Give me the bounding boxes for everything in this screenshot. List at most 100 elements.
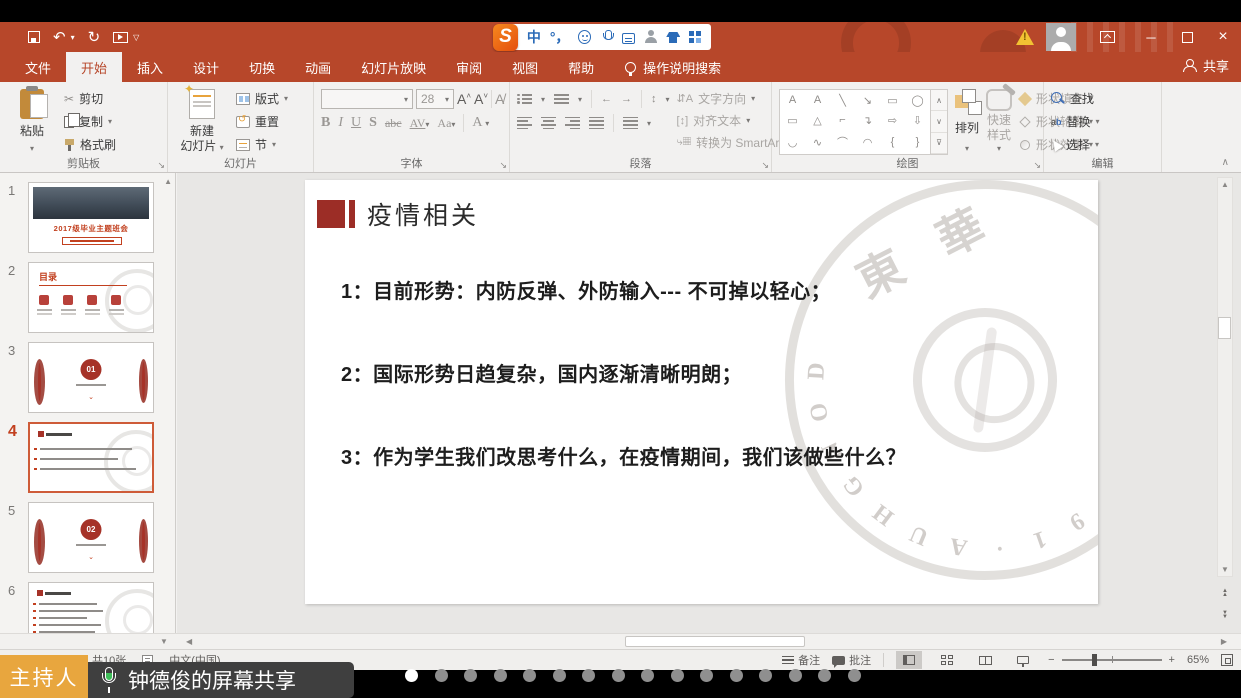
find-button[interactable]: 查找 [1051, 89, 1100, 108]
participant-dot[interactable] [553, 669, 566, 682]
cut-button[interactable]: ✂ 剪切 [64, 89, 116, 108]
align-left-button[interactable] [517, 117, 532, 130]
zoom-slider[interactable] [1062, 659, 1162, 661]
slide-thumbnail-2[interactable]: 目录 [28, 262, 154, 333]
shape-cell[interactable]: A [814, 94, 821, 106]
shape-cell[interactable]: ∿ [813, 136, 822, 149]
ime-language-mode[interactable]: 中 [527, 27, 541, 47]
undo-icon[interactable]: ↶ [53, 30, 66, 45]
increase-indent-icon[interactable]: → [621, 93, 632, 105]
paste-button[interactable]: 粘贴 ▾ [7, 87, 57, 156]
close-button[interactable]: × [1205, 22, 1241, 52]
slide-thumbnail-6[interactable] [28, 582, 154, 633]
select-button[interactable]: 选择 ▾ [1051, 135, 1100, 154]
previous-slide-button[interactable]: ▲ ▲ [1217, 589, 1233, 597]
shape-cell[interactable]: ◯ [911, 94, 923, 107]
participant-dot[interactable] [494, 669, 507, 682]
ime-account-icon[interactable] [644, 30, 657, 44]
font-name-combobox[interactable]: ▾ [321, 89, 413, 109]
participant-dot[interactable] [671, 669, 684, 682]
ribbon-tab[interactable]: 审阅 [441, 52, 497, 82]
arrange-button[interactable]: 排列 ▾ [955, 87, 979, 156]
layout-button[interactable]: 版式 ▾ [236, 89, 288, 108]
normal-view-button[interactable] [896, 651, 922, 669]
shape-cell[interactable]: ⇨ [888, 114, 897, 127]
shape-cell[interactable]: ◠ [863, 136, 873, 149]
gallery-down-icon[interactable]: ∨ [931, 111, 947, 132]
comments-button[interactable]: 批注 [832, 652, 871, 668]
participant-dot[interactable] [405, 669, 418, 682]
customize-qat-icon[interactable]: ▽ [133, 33, 139, 42]
participant-dot[interactable] [641, 669, 654, 682]
ribbon-tab[interactable]: 设计 [178, 52, 234, 82]
underline-button[interactable]: U [351, 115, 361, 131]
participant-dot[interactable] [435, 669, 448, 682]
ime-keyboard-icon[interactable] [622, 33, 635, 44]
align-center-button[interactable] [541, 117, 556, 130]
panel-scroll-up-icon[interactable]: ▲ [164, 177, 172, 186]
copy-button[interactable]: 复制 ▾ [64, 112, 116, 131]
slide-sorter-view-button[interactable] [934, 651, 960, 669]
undo-dropdown-icon[interactable]: ▾ [71, 33, 75, 42]
ribbon-tab[interactable]: 动画 [290, 52, 346, 82]
slide-title-block[interactable]: 疫情相关 [317, 196, 479, 232]
clipboard-dialog-launcher[interactable]: ↘ [157, 161, 165, 170]
scroll-left-icon[interactable]: ◀ [186, 637, 192, 646]
ribbon-tab[interactable]: 插入 [122, 52, 178, 82]
shape-cell[interactable]: ⌐ [839, 114, 845, 126]
quick-styles-button[interactable]: 快速样式 ▾ [986, 87, 1012, 156]
participant-dot[interactable] [700, 669, 713, 682]
shape-cell[interactable]: ▭ [787, 114, 797, 127]
shape-cell[interactable]: ↴ [863, 114, 872, 127]
participant-dot[interactable] [818, 669, 831, 682]
shape-cell[interactable]: ◡ [788, 136, 798, 149]
new-slide-button[interactable]: 新建幻灯片 ▾ [175, 87, 229, 156]
ribbon-display-options-icon[interactable] [1100, 31, 1115, 43]
shape-cell[interactable]: ⇩ [913, 114, 922, 127]
replace-button[interactable]: ab 替换 ▾ [1051, 112, 1100, 131]
participant-dot[interactable] [523, 669, 536, 682]
save-icon[interactable] [28, 31, 40, 43]
shape-cell[interactable]: { [891, 136, 895, 148]
ime-punctuation[interactable]: °， [550, 27, 570, 47]
clear-formatting-button[interactable]: A̸ [495, 91, 504, 107]
thumbnail-row-4-selected[interactable]: 4 [0, 422, 167, 493]
font-size-combobox[interactable]: 28 ▾ [416, 89, 454, 109]
participant-dot[interactable] [612, 669, 625, 682]
gallery-more-icon[interactable]: ⊽ [931, 133, 947, 154]
shape-cell[interactable]: ╲ [839, 94, 846, 107]
paste-dropdown-icon[interactable]: ▾ [30, 144, 34, 154]
line-spacing-icon[interactable]: ↕ [651, 93, 657, 105]
current-slide[interactable]: 東華 DONGHUA·19 疫情相关 1：目前形势：内防反弹、外防输入--- 不… [305, 180, 1098, 604]
microphone-icon[interactable] [101, 667, 117, 693]
thumbnail-row-1[interactable]: 1 2017级毕业主题班会 [0, 182, 167, 253]
ribbon-tab[interactable]: 视图 [497, 52, 553, 82]
panel-scroll-down-icon[interactable]: ▼ [160, 637, 168, 646]
ime-logo[interactable]: S [493, 24, 518, 51]
ime-voice-icon[interactable] [600, 30, 613, 44]
shape-cell[interactable]: ↘ [863, 94, 872, 107]
participant-dot[interactable] [464, 669, 477, 682]
thumbnail-row-2[interactable]: 2 目录 [0, 262, 167, 333]
reset-button[interactable]: 重置 [236, 112, 288, 131]
zoom-percentage[interactable]: 65% [1187, 654, 1209, 666]
ime-emoji-icon[interactable] [578, 30, 591, 44]
start-slideshow-icon[interactable] [113, 32, 128, 43]
participant-dot[interactable] [582, 669, 595, 682]
ribbon-tab[interactable]: 开始 [66, 52, 122, 82]
account-avatar[interactable] [1046, 23, 1076, 51]
italic-button[interactable]: I [338, 115, 343, 131]
ime-skin-icon[interactable] [666, 30, 679, 44]
slide-thumbnail-5[interactable]: 02 ⌄ [28, 502, 154, 573]
shapes-gallery[interactable]: AA╲↘▭◯▭△⌐↴⇨⇩◡∿⌒◠{} [779, 89, 931, 155]
participant-dot[interactable] [730, 669, 743, 682]
ime-toolbox-icon[interactable] [688, 30, 701, 44]
ribbon-tab[interactable]: 幻灯片放映 [346, 52, 441, 82]
zoom-in-button[interactable]: + [1169, 654, 1175, 666]
paragraph-dialog-launcher[interactable]: ↘ [761, 161, 769, 170]
zoom-out-button[interactable]: − [1048, 654, 1054, 666]
share-button[interactable]: 共享 [1183, 56, 1229, 75]
scroll-down-icon[interactable]: ▼ [1217, 565, 1233, 574]
minimize-button[interactable]: ─ [1133, 22, 1169, 52]
font-color-button[interactable]: A ▾ [472, 115, 489, 131]
